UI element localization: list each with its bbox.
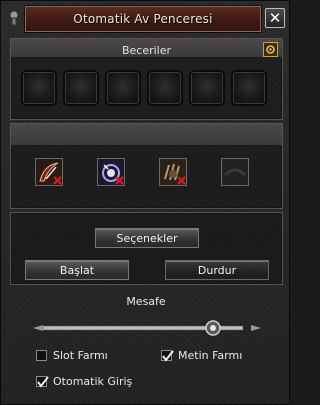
checkmark-icon [37,376,49,388]
slider-left-end-icon [33,325,43,331]
stop-button[interactable]: Durdur [165,260,269,280]
close-button[interactable]: ✕ [265,8,285,28]
slider-right-end-icon [251,325,261,331]
title-bar[interactable]: Otomatik Av Penceresi ✕ [1,1,291,37]
title-plate: Otomatik Av Penceresi [24,5,262,33]
disabled-x-icon [53,176,62,185]
metin-farm-label: Metin Farmı [178,349,243,362]
auto-hunt-window: Otomatik Av Penceresi ✕ Beceriler Seçene… [0,0,290,405]
window-pin-icon [9,10,19,26]
settings-gear-icon[interactable] [263,42,278,57]
skills-header: Beceriler [11,39,282,58]
distance-label: Mesafe [126,295,166,308]
slot-farm-checkbox[interactable]: Slot Farmı [36,349,146,363]
skills-header-label: Beceriler [121,44,172,57]
metin-farm-check-box[interactable] [161,350,174,362]
skill-slot-1[interactable] [21,70,57,106]
skill-slot-3[interactable] [105,70,141,106]
active-skills-header [11,124,282,146]
auto-login-label: Otomatik Giriş [53,375,133,388]
close-icon: ✕ [268,8,282,27]
slot-farm-label: Slot Farmı [53,349,108,362]
skill-slot-5[interactable] [189,70,225,106]
auto-login-check-box[interactable] [36,376,49,388]
skill-claw[interactable] [159,158,187,186]
window-title: Otomatik Av Penceresi [73,12,213,26]
skill-empty[interactable] [221,158,249,186]
metin-farm-checkbox[interactable]: Metin Farmı [161,349,271,363]
options-button[interactable]: Seçenekler [95,228,199,248]
disabled-x-icon [115,176,124,185]
skill-blade[interactable] [35,158,63,186]
skill-slot-2[interactable] [63,70,99,106]
options-button-label: Seçenekler [116,231,178,245]
skill-orb[interactable] [97,158,125,186]
auto-login-checkbox[interactable]: Otomatik Giriş [36,375,166,389]
start-button[interactable]: Başlat [25,260,129,280]
skill-slot-6[interactable] [231,70,267,106]
distance-slider[interactable] [31,317,263,339]
disabled-x-icon [177,176,186,185]
start-button-label: Başlat [59,263,95,277]
stop-button-label: Durdur [197,263,237,277]
slider-thumb [205,320,221,336]
slot-farm-check-box[interactable] [36,350,47,361]
skill-slot-4[interactable] [147,70,183,106]
skill-empty-icon [222,159,248,185]
checkmark-icon [162,350,174,362]
